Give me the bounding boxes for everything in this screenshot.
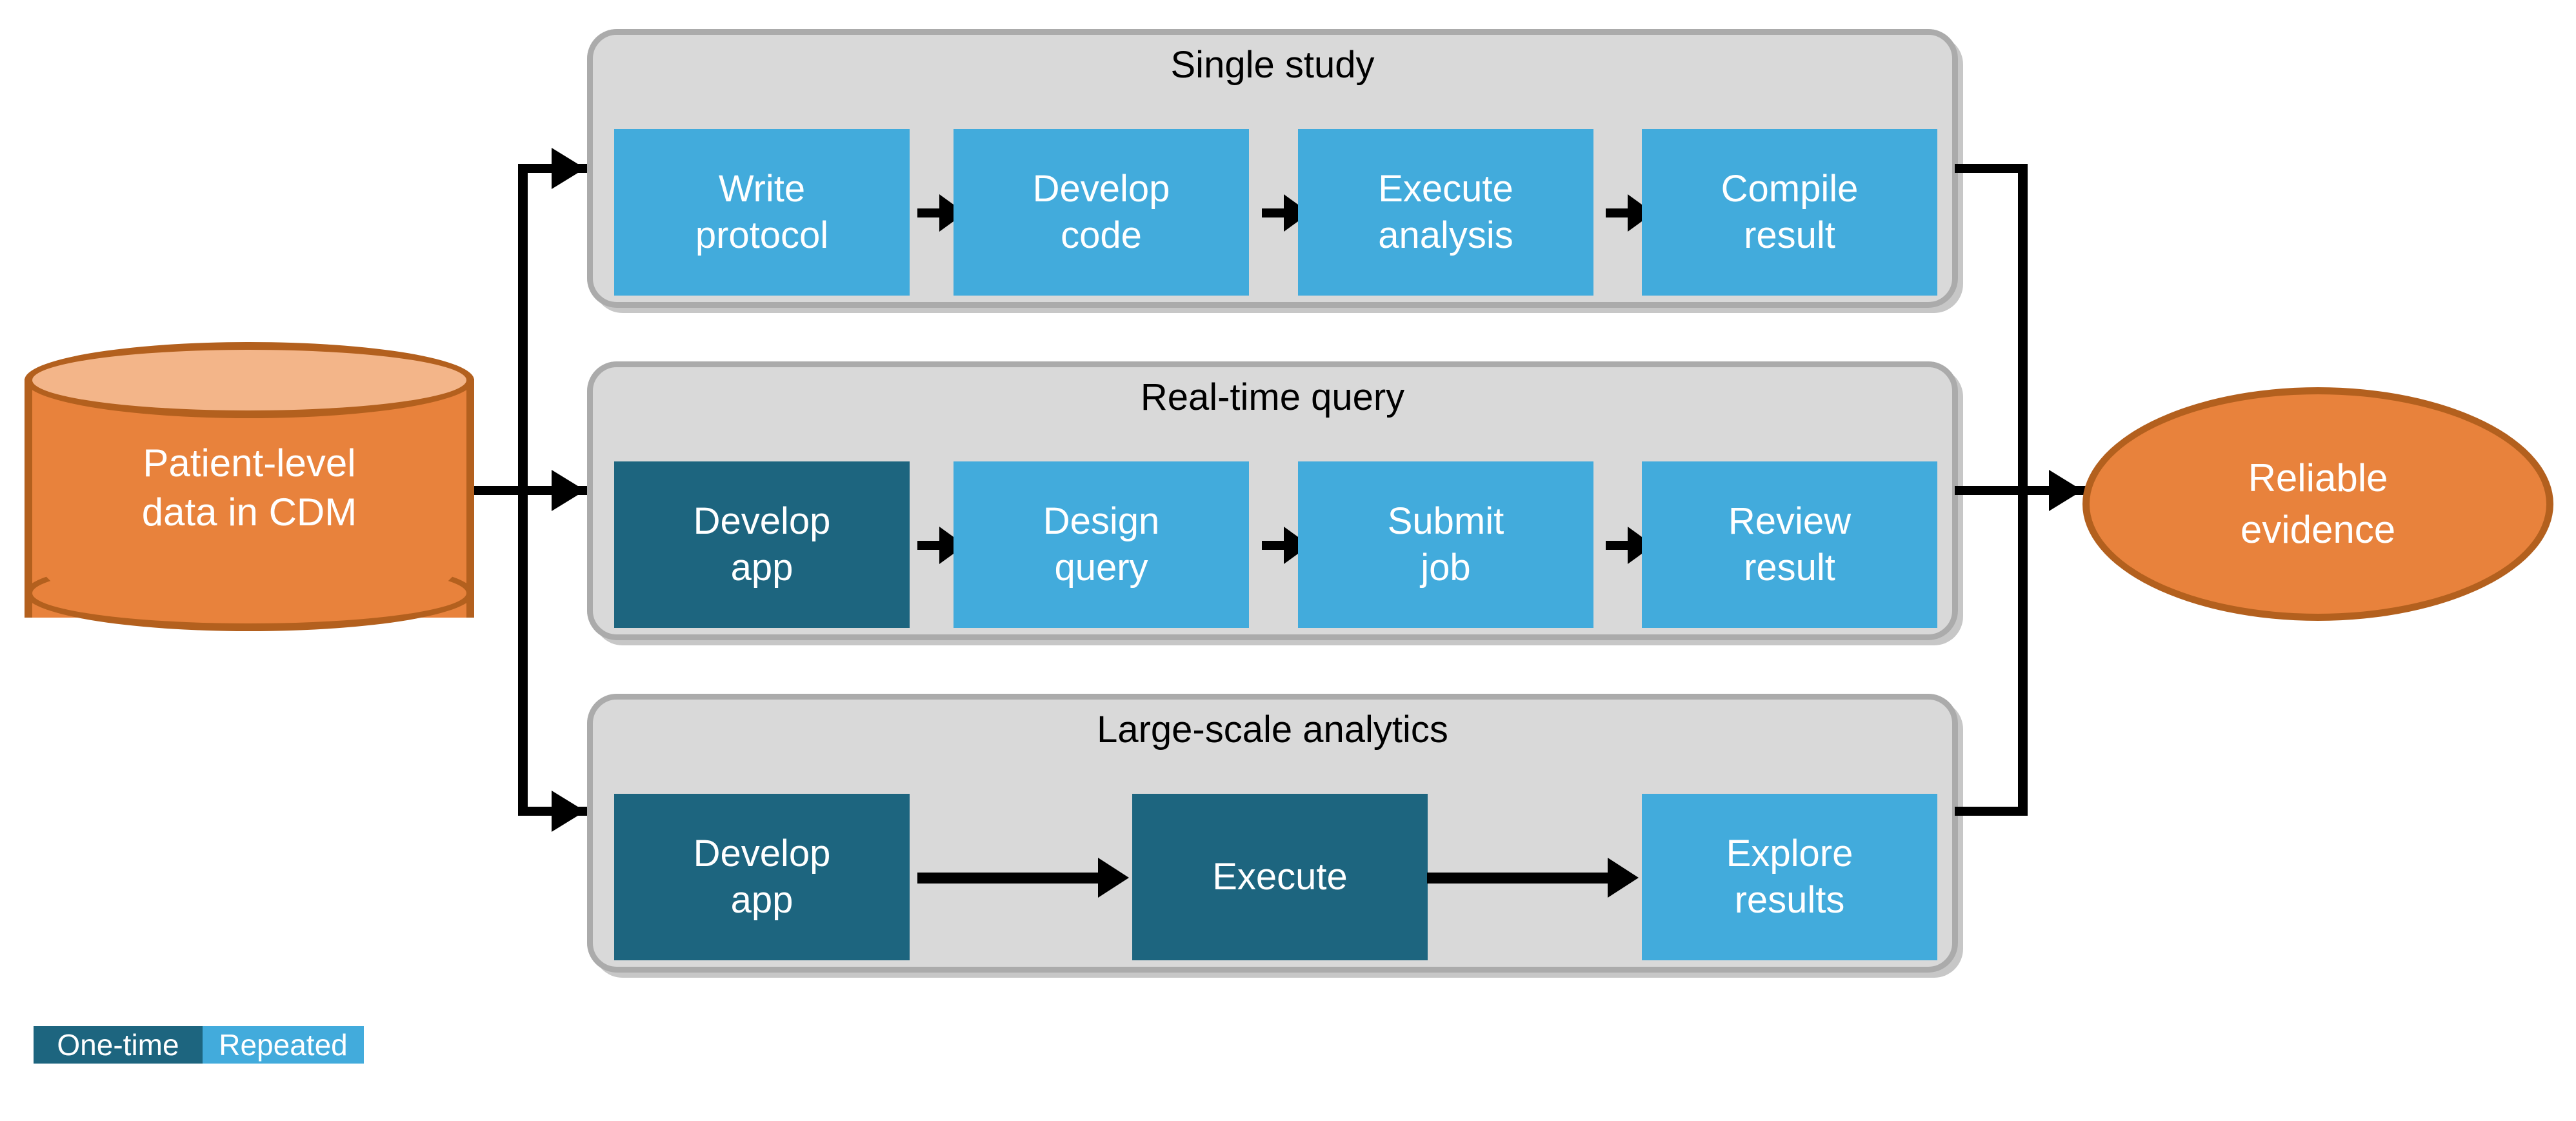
step-label-line1: Develop (693, 500, 831, 542)
step-label-line2: job (1421, 547, 1471, 589)
step-label-line2: result (1744, 214, 1835, 256)
arrowhead-lane1 (552, 148, 585, 189)
legend-label-one-time: One-time (57, 1028, 179, 1062)
step-label-line1: Develop (1032, 168, 1170, 210)
step-develop-app-analytics[interactable]: Develop app (614, 794, 910, 960)
ellipse-label: Reliable evidence (2241, 452, 2395, 556)
lane-large-scale-analytics: Large-scale analytics Develop app Execut… (587, 694, 1958, 973)
connector-lane2-exit (1955, 486, 2027, 495)
patient-level-data-cylinder: Patient-level data in CDM (25, 342, 474, 636)
connector-lane1-exit (1955, 164, 2027, 173)
reliable-evidence-ellipse: Reliable evidence (2082, 387, 2553, 621)
step-write-protocol[interactable]: Write protocol (614, 129, 910, 296)
cylinder-label-line2: data in CDM (141, 490, 357, 534)
step-compile-result[interactable]: Compile result (1642, 129, 1937, 296)
step-execute-analysis[interactable]: Execute analysis (1298, 129, 1593, 296)
step-label-line1: Compile (1721, 168, 1859, 210)
lane-title-single-study: Single study (1170, 44, 1375, 86)
arrowhead-outcome (2049, 470, 2082, 511)
step-label-line2: app (730, 547, 794, 589)
arrow-step1-to-step2 (917, 858, 1137, 898)
step-review-result[interactable]: Review result (1642, 461, 1937, 628)
connector-lane3-exit (1955, 807, 2027, 816)
step-label-line1: Execute (1212, 856, 1348, 898)
ellipse-label-line1: Reliable (2248, 456, 2388, 500)
diagram-canvas: Patient-level data in CDM Single study W… (0, 0, 2576, 1121)
step-execute[interactable]: Execute (1132, 794, 1428, 960)
step-develop-code[interactable]: Develop code (954, 129, 1249, 296)
step-develop-app-query[interactable]: Develop app (614, 461, 910, 628)
lane-title-large-scale-analytics: Large-scale analytics (1097, 709, 1448, 751)
step-label-line2: results (1734, 879, 1845, 921)
legend-item-one-time: One-time (34, 1026, 203, 1064)
cylinder-label-line1: Patient-level (143, 441, 356, 485)
step-label-line2: app (730, 879, 794, 921)
lane-single-study: Single study Write protocol Develop code… (587, 29, 1958, 308)
arrowhead-lane2 (552, 470, 585, 511)
lane-title-real-time-query: Real-time query (1140, 376, 1405, 418)
step-label-line1: Execute (1378, 168, 1513, 210)
cylinder-top-ellipse (25, 342, 474, 418)
ellipse-label-line2: evidence (2240, 508, 2396, 551)
arrow-step2-to-step3 (1427, 858, 1646, 898)
step-label-line2: code (1061, 214, 1142, 256)
step-label-line1: Develop (693, 833, 831, 874)
step-label-line2: protocol (695, 214, 829, 256)
lane-real-time-query: Real-time query Develop app Design query… (587, 361, 1958, 640)
legend: One-time Repeated (34, 1026, 364, 1064)
step-explore-results[interactable]: Explore results (1642, 794, 1937, 960)
step-label-line1: Submit (1387, 500, 1504, 542)
arrowhead-lane3 (552, 791, 585, 832)
step-label-line1: Write (718, 168, 806, 210)
step-design-query[interactable]: Design query (954, 461, 1249, 628)
step-label-line2: analysis (1378, 214, 1513, 256)
step-label-line2: query (1054, 547, 1148, 589)
step-label-line2: result (1744, 547, 1835, 589)
cylinder-bottom-ellipse (25, 555, 474, 631)
step-label-line1: Review (1728, 500, 1852, 542)
legend-label-repeated: Repeated (219, 1028, 348, 1062)
step-label-line1: Explore (1726, 833, 1853, 874)
step-submit-job[interactable]: Submit job (1298, 461, 1593, 628)
cylinder-label: Patient-level data in CDM (25, 439, 474, 537)
legend-item-repeated: Repeated (203, 1026, 364, 1064)
step-label-line1: Design (1043, 500, 1160, 542)
